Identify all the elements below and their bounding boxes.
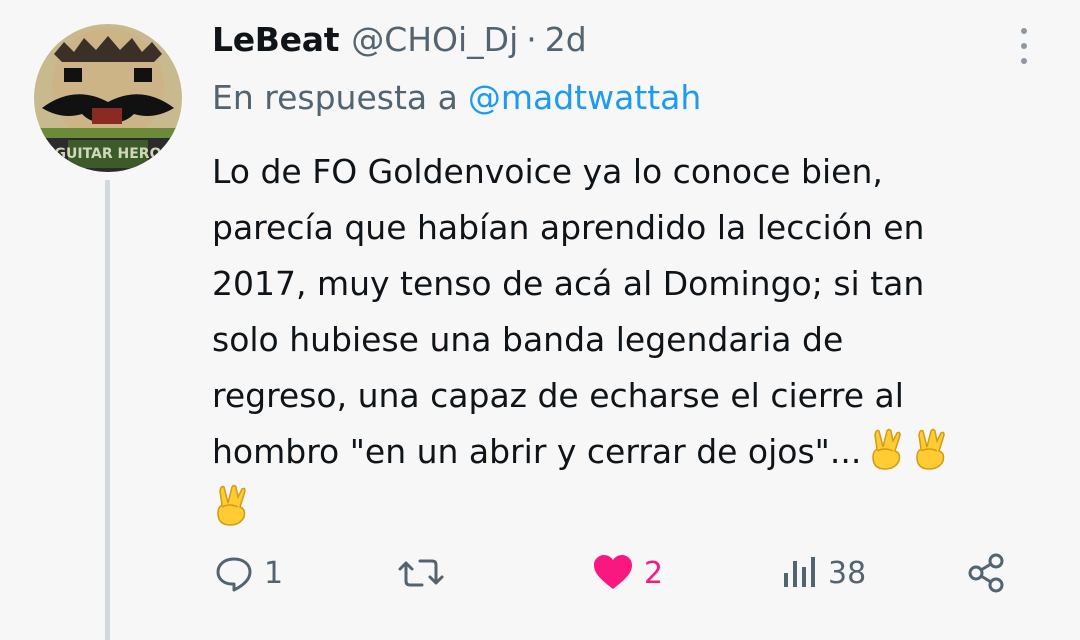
tweet-text-line: Lo de FO Goldenvoice ya lo conoce bien, (212, 152, 883, 191)
views-button[interactable]: 38 (780, 548, 866, 598)
thread-line (105, 180, 110, 640)
views-icon (784, 557, 815, 587)
tweet-text-line: regreso, una capaz de echarse el cierre … (212, 376, 904, 415)
tweet-text-line: solo hubiese una banda legendaria de (212, 320, 844, 359)
reply-prefix: En respuesta a (212, 78, 458, 117)
like-button[interactable]: 2 (590, 548, 663, 598)
like-count: 2 (644, 555, 664, 591)
retweet-icon (398, 559, 444, 587)
share-icon (968, 553, 1004, 593)
user-handle[interactable]: @CHOi_Dj (351, 20, 518, 59)
share-button[interactable] (964, 548, 1008, 598)
separator-dot: · (526, 20, 537, 59)
reply-mention-link[interactable]: @madtwattah (468, 78, 701, 117)
crossed-fingers-emoji (867, 427, 905, 471)
more-dot (1021, 43, 1027, 49)
heart-icon (594, 555, 632, 589)
tweet-text-line-with-emoji: hombro "en un abrir y cerrar de ojos"... (212, 424, 1052, 480)
tweet-text: Lo de FO Goldenvoice ya lo conoce bien, … (212, 144, 1052, 536)
more-options-button[interactable] (1012, 24, 1036, 68)
tweet[interactable]: GUITAR HERO LeBeat @CHOi_Dj · 2d En resp… (0, 0, 1080, 640)
tweet-emoji-line (212, 480, 1052, 536)
tweet-text-line: parecía que habían aprendido la lección … (212, 208, 925, 247)
reply-icon (216, 557, 252, 592)
timestamp[interactable]: 2d (545, 20, 587, 59)
avatar[interactable]: GUITAR HERO (34, 24, 182, 172)
tweet-text-line: hombro "en un abrir y cerrar de ojos"... (212, 432, 862, 471)
more-dot (1021, 58, 1027, 64)
tweet-actions: 1 2 38 (212, 548, 1032, 598)
display-name[interactable]: LeBeat (212, 20, 339, 59)
reply-count: 1 (264, 555, 284, 591)
reply-context: En respuesta a @madtwattah (212, 78, 701, 117)
crossed-fingers-emoji (911, 427, 949, 471)
tweet-text-line: 2017, muy tenso de acá al Domingo; si ta… (212, 264, 925, 303)
reply-button[interactable]: 1 (212, 548, 283, 598)
views-count: 38 (828, 555, 867, 591)
more-dot (1021, 28, 1027, 34)
avatar-logo-text: GUITAR HERO (55, 146, 162, 162)
avatar-icon: GUITAR HERO (34, 24, 182, 172)
tweet-header: LeBeat @CHOi_Dj · 2d (212, 20, 587, 70)
retweet-button[interactable] (396, 548, 454, 598)
crossed-fingers-emoji (212, 483, 250, 527)
